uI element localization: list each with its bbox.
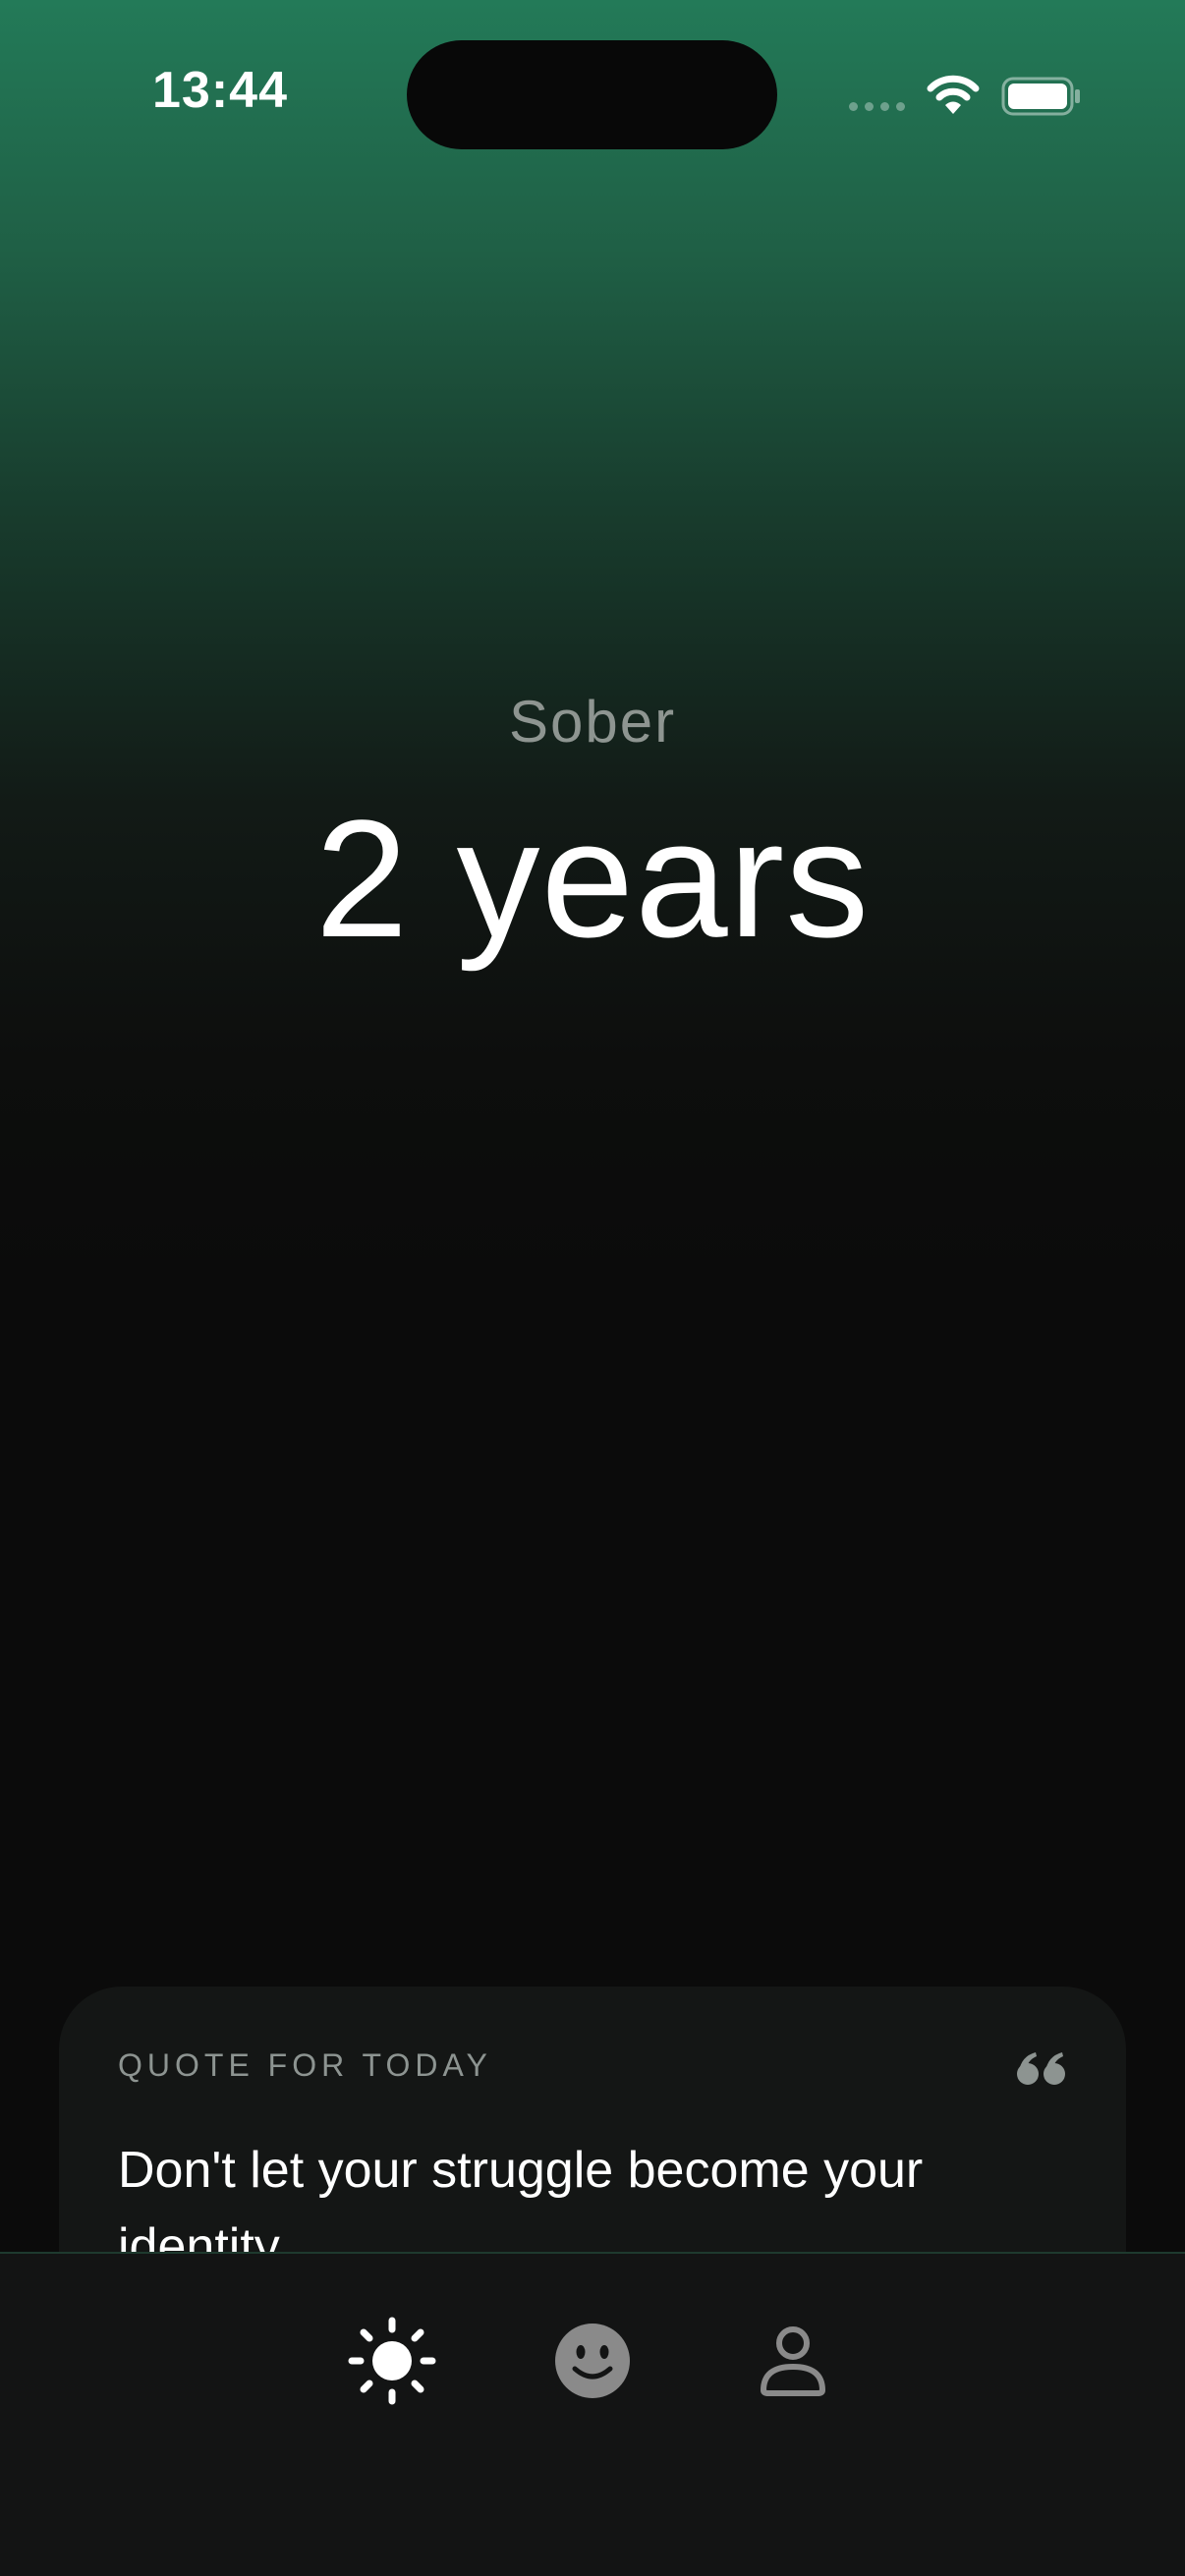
wifi-icon bbox=[927, 75, 980, 114]
person-icon bbox=[761, 2326, 825, 2396]
smiley-icon bbox=[555, 2324, 630, 2398]
sober-label: Sober bbox=[508, 689, 677, 755]
dynamic-island bbox=[407, 40, 777, 149]
tab-profile[interactable] bbox=[749, 2317, 837, 2405]
sun-icon bbox=[348, 2317, 436, 2405]
app-screen: 13:44 Sober 2 years QUOTE FOR TODAY Don'… bbox=[0, 0, 1185, 2576]
quote-heading: QUOTE FOR TODAY bbox=[118, 2047, 492, 2083]
quote-icon bbox=[1017, 2052, 1065, 2085]
tab-mood[interactable] bbox=[548, 2317, 637, 2405]
tab-bar bbox=[0, 2252, 1185, 2576]
battery-icon bbox=[1001, 77, 1080, 116]
status-time: 13:44 bbox=[152, 62, 288, 119]
tab-today[interactable] bbox=[348, 2317, 436, 2405]
sober-duration: 2 years bbox=[314, 786, 871, 973]
cellular-dots-icon bbox=[849, 102, 905, 111]
